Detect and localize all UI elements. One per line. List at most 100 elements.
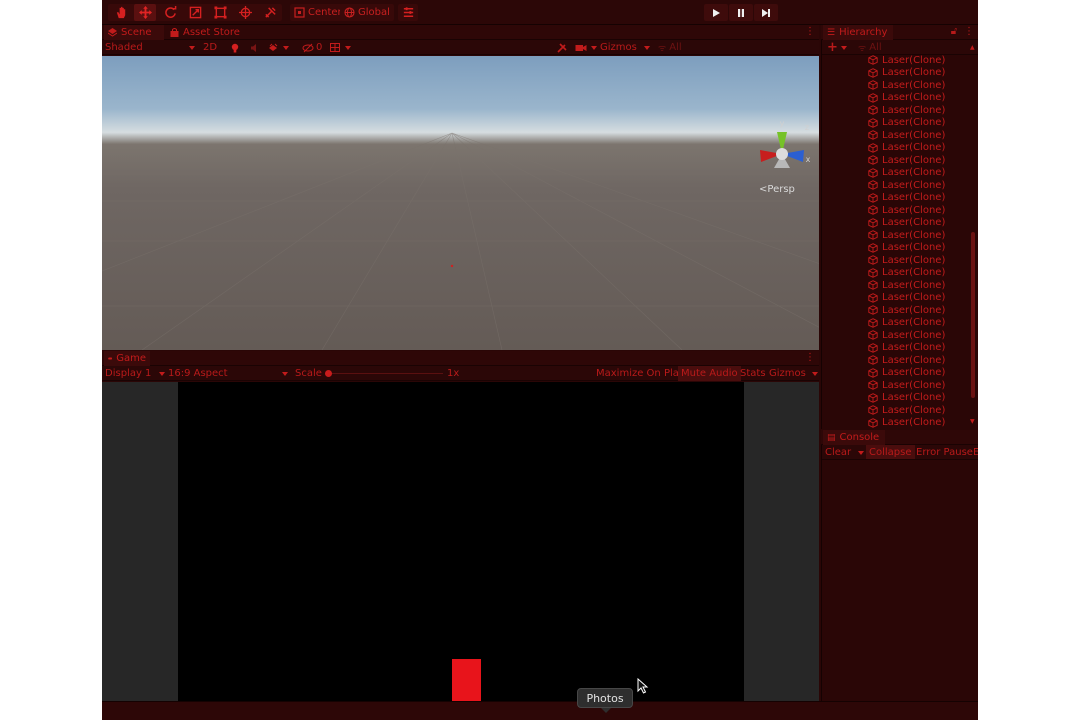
hierarchy-item[interactable]: Laser(Clone) (868, 242, 945, 255)
hierarchy-item[interactable]: Laser(Clone) (868, 392, 945, 405)
game-panel-menu-icon[interactable]: ⋮ (805, 352, 815, 364)
hierarchy-item[interactable]: Laser(Clone) (868, 267, 945, 280)
hierarchy-scroll-thumb[interactable] (971, 232, 975, 398)
aspect-dropdown[interactable]: 16:9 Aspect (168, 366, 288, 381)
scene-viewport[interactable]: y x z <Persp (102, 56, 819, 350)
tab-game[interactable]: Game (104, 351, 150, 366)
rotate-tool-button[interactable] (159, 4, 181, 21)
gameobject-cube-icon (868, 80, 878, 91)
tools-toggle[interactable] (557, 40, 568, 55)
lightbulb-icon (231, 43, 239, 52)
clear-button[interactable]: Clear (825, 445, 852, 459)
hierarchy-item[interactable]: Laser(Clone) (868, 192, 945, 205)
hierarchy-item[interactable]: Laser(Clone) (868, 67, 945, 80)
hierarchy-item[interactable]: Laser(Clone) (868, 129, 945, 142)
hierarchy-item[interactable]: Laser(Clone) (868, 379, 945, 392)
collapse-toggle[interactable]: Collapse (866, 445, 915, 459)
clear-label: Clear (825, 447, 852, 458)
clear-options-dropdown[interactable] (854, 445, 864, 459)
globe-icon (344, 7, 355, 18)
hierarchy-menu-icon[interactable]: ⋮ (964, 26, 974, 38)
hierarchy-item[interactable]: Laser(Clone) (868, 404, 945, 417)
pause-button[interactable] (729, 4, 753, 21)
hierarchy-item[interactable]: Laser(Clone) (868, 417, 945, 430)
chevron-down-icon (643, 45, 650, 50)
play-button[interactable] (704, 4, 728, 21)
hierarchy-scrollbar[interactable]: ▲ ▼ (969, 44, 977, 425)
gizmos-dropdown[interactable]: Gizmos (600, 40, 650, 55)
hierarchy-item[interactable]: Laser(Clone) (868, 229, 945, 242)
effects-dropdown[interactable] (268, 40, 289, 55)
mute-audio-toggle[interactable]: Mute Audio (678, 366, 741, 381)
audio-toggle[interactable] (250, 40, 260, 55)
move-tool-button[interactable] (134, 4, 156, 21)
hierarchy-item[interactable]: Laser(Clone) (868, 367, 945, 380)
hidden-objects-toggle[interactable]: 0 (302, 40, 322, 55)
rect-tool-button[interactable] (209, 4, 231, 21)
draw-mode-dropdown[interactable]: Shaded (105, 40, 195, 55)
hierarchy-tab-bar: ☰ Hierarchy 🔓︎ ⋮ (821, 25, 978, 40)
scroll-down-icon[interactable]: ▼ (970, 418, 975, 425)
grid-snapping-button[interactable] (398, 4, 418, 21)
hierarchy-item-label: Laser(Clone) (882, 217, 946, 229)
custom-tool-button[interactable] (259, 4, 281, 21)
pivot-mode-toggle[interactable]: Center (290, 4, 346, 21)
hierarchy-item[interactable]: Laser(Clone) (868, 317, 945, 330)
hierarchy-item[interactable]: Laser(Clone) (868, 304, 945, 317)
hierarchy-item[interactable]: Laser(Clone) (868, 92, 945, 105)
scene-search-field[interactable]: ᯤ All (658, 40, 728, 55)
chevron-down-icon (858, 450, 864, 455)
hierarchy-item[interactable]: Laser(Clone) (868, 342, 945, 355)
chevron-down-icon (345, 45, 351, 50)
pivot-rotation-toggle[interactable]: Global (340, 4, 394, 21)
hierarchy-item[interactable]: Laser(Clone) (868, 354, 945, 367)
hierarchy-item[interactable]: Laser(Clone) (868, 117, 945, 130)
tab-console[interactable]: ▤ Console (823, 430, 885, 445)
camera-dropdown[interactable] (575, 40, 597, 55)
scale-slider-handle[interactable] (325, 370, 332, 377)
hierarchy-item[interactable]: Laser(Clone) (868, 279, 945, 292)
hand-tool-button[interactable] (110, 4, 132, 21)
hierarchy-item[interactable]: Laser(Clone) (868, 217, 945, 230)
hierarchy-toolbar: + ᯤ All (822, 40, 978, 55)
tab-asset-store[interactable]: Asset Store (166, 25, 244, 40)
hierarchy-item[interactable]: Laser(Clone) (868, 55, 945, 67)
step-button[interactable] (754, 4, 778, 21)
pivot-label: Center (308, 7, 342, 18)
stats-toggle[interactable]: Stats (740, 366, 766, 381)
scale-slider[interactable] (325, 366, 443, 381)
hierarchy-item[interactable]: Laser(Clone) (868, 79, 945, 92)
display-dropdown[interactable]: Display 1 (105, 366, 166, 381)
hierarchy-item[interactable]: Laser(Clone) (868, 154, 945, 167)
maximize-on-play-toggle[interactable]: Maximize On Play (596, 366, 685, 381)
hierarchy-item[interactable]: Laser(Clone) (868, 142, 945, 155)
hierarchy-item[interactable]: Laser(Clone) (868, 179, 945, 192)
game-gizmos-dropdown[interactable]: Gizmos (769, 366, 818, 381)
hierarchy-item[interactable]: Laser(Clone) (868, 292, 945, 305)
grid-dropdown[interactable] (330, 40, 351, 55)
transform-tool-button[interactable] (234, 4, 256, 21)
scale-tool-icon (189, 6, 201, 19)
hierarchy-search-field[interactable]: ᯤ All (858, 40, 958, 55)
scene-panel-menu-icon[interactable]: ⋮ (805, 26, 815, 38)
error-pause-toggle[interactable]: Error Pause (916, 445, 973, 459)
lighting-toggle[interactable] (230, 40, 240, 55)
hierarchy-item-label: Laser(Clone) (882, 142, 946, 154)
hierarchy-item[interactable]: Laser(Clone) (868, 254, 945, 267)
hierarchy-item[interactable]: Laser(Clone) (868, 204, 945, 217)
lock-icon[interactable]: 🔓︎ (950, 26, 958, 38)
scene-orientation-gizmo[interactable]: y x z (754, 118, 810, 176)
hierarchy-item[interactable]: Laser(Clone) (868, 329, 945, 342)
console-truncated-toggle[interactable]: E (973, 445, 978, 459)
display-label: Display 1 (105, 368, 152, 379)
scroll-up-icon[interactable]: ▲ (970, 44, 975, 51)
toggle-2d-button[interactable]: 2D (202, 40, 218, 55)
hierarchy-item[interactable]: Laser(Clone) (868, 167, 945, 180)
projection-toggle[interactable]: <Persp (759, 184, 795, 195)
game-viewport[interactable] (102, 382, 819, 701)
tab-hierarchy[interactable]: ☰ Hierarchy (823, 25, 893, 40)
create-button[interactable]: + (827, 40, 847, 55)
tab-scene[interactable]: Scene (104, 25, 164, 40)
scale-tool-button[interactable] (184, 4, 206, 21)
hierarchy-item[interactable]: Laser(Clone) (868, 104, 945, 117)
